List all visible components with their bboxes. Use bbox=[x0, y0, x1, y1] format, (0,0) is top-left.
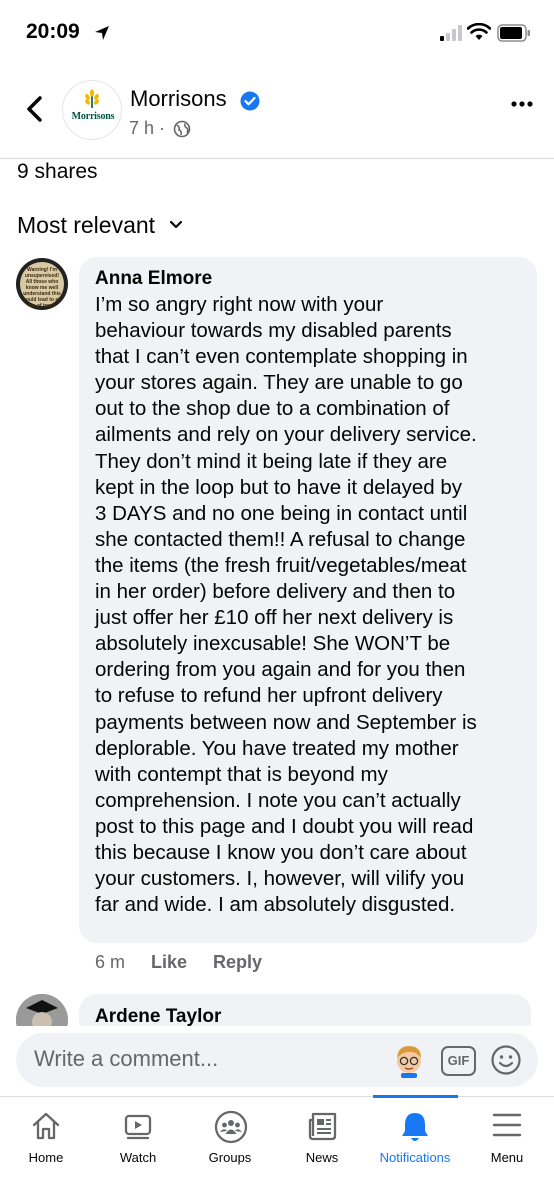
tab-label: Watch bbox=[119, 1150, 157, 1165]
comment-author[interactable]: Anna Elmore bbox=[95, 268, 212, 290]
watch-icon bbox=[124, 1114, 152, 1140]
tab-label: Menu bbox=[490, 1150, 524, 1165]
wifi-icon bbox=[467, 23, 491, 40]
comment-line: behaviour towards my disabled parents bbox=[95, 319, 452, 343]
comment-line: out to the shop due to a combination of bbox=[95, 397, 450, 421]
comment-timestamp: 6 m bbox=[95, 952, 126, 972]
chevron-down-icon bbox=[169, 220, 183, 228]
reply-button[interactable]: Reply bbox=[213, 952, 262, 973]
header-divider bbox=[0, 158, 554, 159]
back-button[interactable] bbox=[20, 92, 50, 126]
bottom-tab-bar bbox=[0, 1096, 554, 1201]
post-timestamp: 7 h · bbox=[129, 118, 166, 138]
comment-author[interactable]: Ardene Taylor bbox=[95, 1006, 221, 1028]
comment-line: the items (the fresh fruit/vegetables/me… bbox=[95, 553, 467, 577]
comment-line: with contempt that is beyond my bbox=[95, 762, 388, 786]
avatar-warning-sign-text: Warning! I'm unsupervised! All those who… bbox=[22, 267, 62, 309]
active-tab-indicator bbox=[373, 1095, 458, 1098]
sort-label: Most relevant bbox=[17, 212, 156, 238]
morrisons-wheat-icon bbox=[85, 89, 99, 108]
avatar-sticker-icon[interactable] bbox=[392, 1042, 426, 1078]
comment-line: kept in the loop but to have it delayed … bbox=[95, 475, 462, 499]
globe-icon bbox=[173, 120, 191, 138]
groups-icon bbox=[214, 1110, 248, 1144]
comment-line: your customers. I, however, will vilify … bbox=[95, 867, 465, 891]
comment-line: deplorable. You have treated my mother bbox=[95, 736, 459, 760]
comment-sort-dropdown[interactable]: Most relevant bbox=[17, 212, 183, 239]
verified-badge-icon bbox=[240, 91, 260, 111]
like-button[interactable]: Like bbox=[151, 952, 187, 973]
emoji-icon[interactable] bbox=[490, 1044, 522, 1076]
logo-text: Morrisons bbox=[71, 111, 115, 122]
page-avatar[interactable]: Morrisons bbox=[62, 80, 122, 140]
cellular-signal-icon bbox=[440, 25, 462, 41]
comment-line: in her order) before delivery and then t… bbox=[95, 580, 456, 604]
comment-text: I’m so angry right now with your behaviou… bbox=[95, 292, 535, 918]
comment-line: post to this page and I doubt you will r… bbox=[95, 814, 474, 838]
tab-label: News bbox=[305, 1150, 339, 1165]
menu-icon bbox=[492, 1113, 522, 1137]
more-options-icon[interactable] bbox=[510, 100, 534, 108]
gif-button[interactable]: GIF bbox=[441, 1046, 476, 1076]
comment-line: comprehension. I note you can’t actually bbox=[95, 788, 461, 812]
comment-line: absolutely inexcusable! She WON’T be bbox=[95, 632, 451, 656]
bell-icon bbox=[402, 1113, 428, 1141]
comment-line: to refuse to refund her upfront delivery bbox=[95, 684, 443, 708]
comment-line: that I can’t even contemplate shopping i… bbox=[95, 345, 468, 369]
comment-line: far and wide. I am absolutely disgusted. bbox=[95, 893, 456, 917]
comment-line: 3 DAYS and no one being in contact until bbox=[95, 501, 468, 525]
comment-line: ordering from you again and for you then bbox=[95, 658, 466, 682]
news-icon bbox=[308, 1112, 337, 1141]
shares-count[interactable]: 9 shares bbox=[17, 160, 98, 184]
page-name[interactable]: Morrisons bbox=[130, 86, 227, 112]
location-arrow-icon bbox=[95, 26, 109, 40]
comment-line: They don’t mind it being late if they ar… bbox=[95, 449, 448, 473]
comment-line: your stores again. They are unable to go bbox=[95, 371, 463, 395]
comment-line: this because I know you don’t care about bbox=[95, 840, 467, 864]
comment-line: ailments and rely on your delivery servi… bbox=[95, 423, 477, 447]
battery-icon bbox=[497, 24, 530, 42]
comment-line: she contacted them!! A refusal to change bbox=[95, 527, 466, 551]
comment-line: just offer her £10 off her next delivery… bbox=[95, 606, 454, 630]
tab-label: Groups bbox=[208, 1150, 252, 1165]
comment-line: I’m so angry right now with your bbox=[95, 293, 384, 316]
tab-label: Notifications bbox=[379, 1150, 451, 1165]
home-icon bbox=[32, 1112, 60, 1140]
comment-line: payments between now and September is bbox=[95, 710, 477, 734]
tab-label: Home bbox=[28, 1150, 64, 1165]
comment-input-placeholder[interactable]: Write a comment... bbox=[34, 1046, 218, 1072]
status-time: 20:09 bbox=[26, 20, 80, 43]
commenter-avatar[interactable]: Warning! I'm unsupervised! All those who… bbox=[16, 258, 68, 310]
